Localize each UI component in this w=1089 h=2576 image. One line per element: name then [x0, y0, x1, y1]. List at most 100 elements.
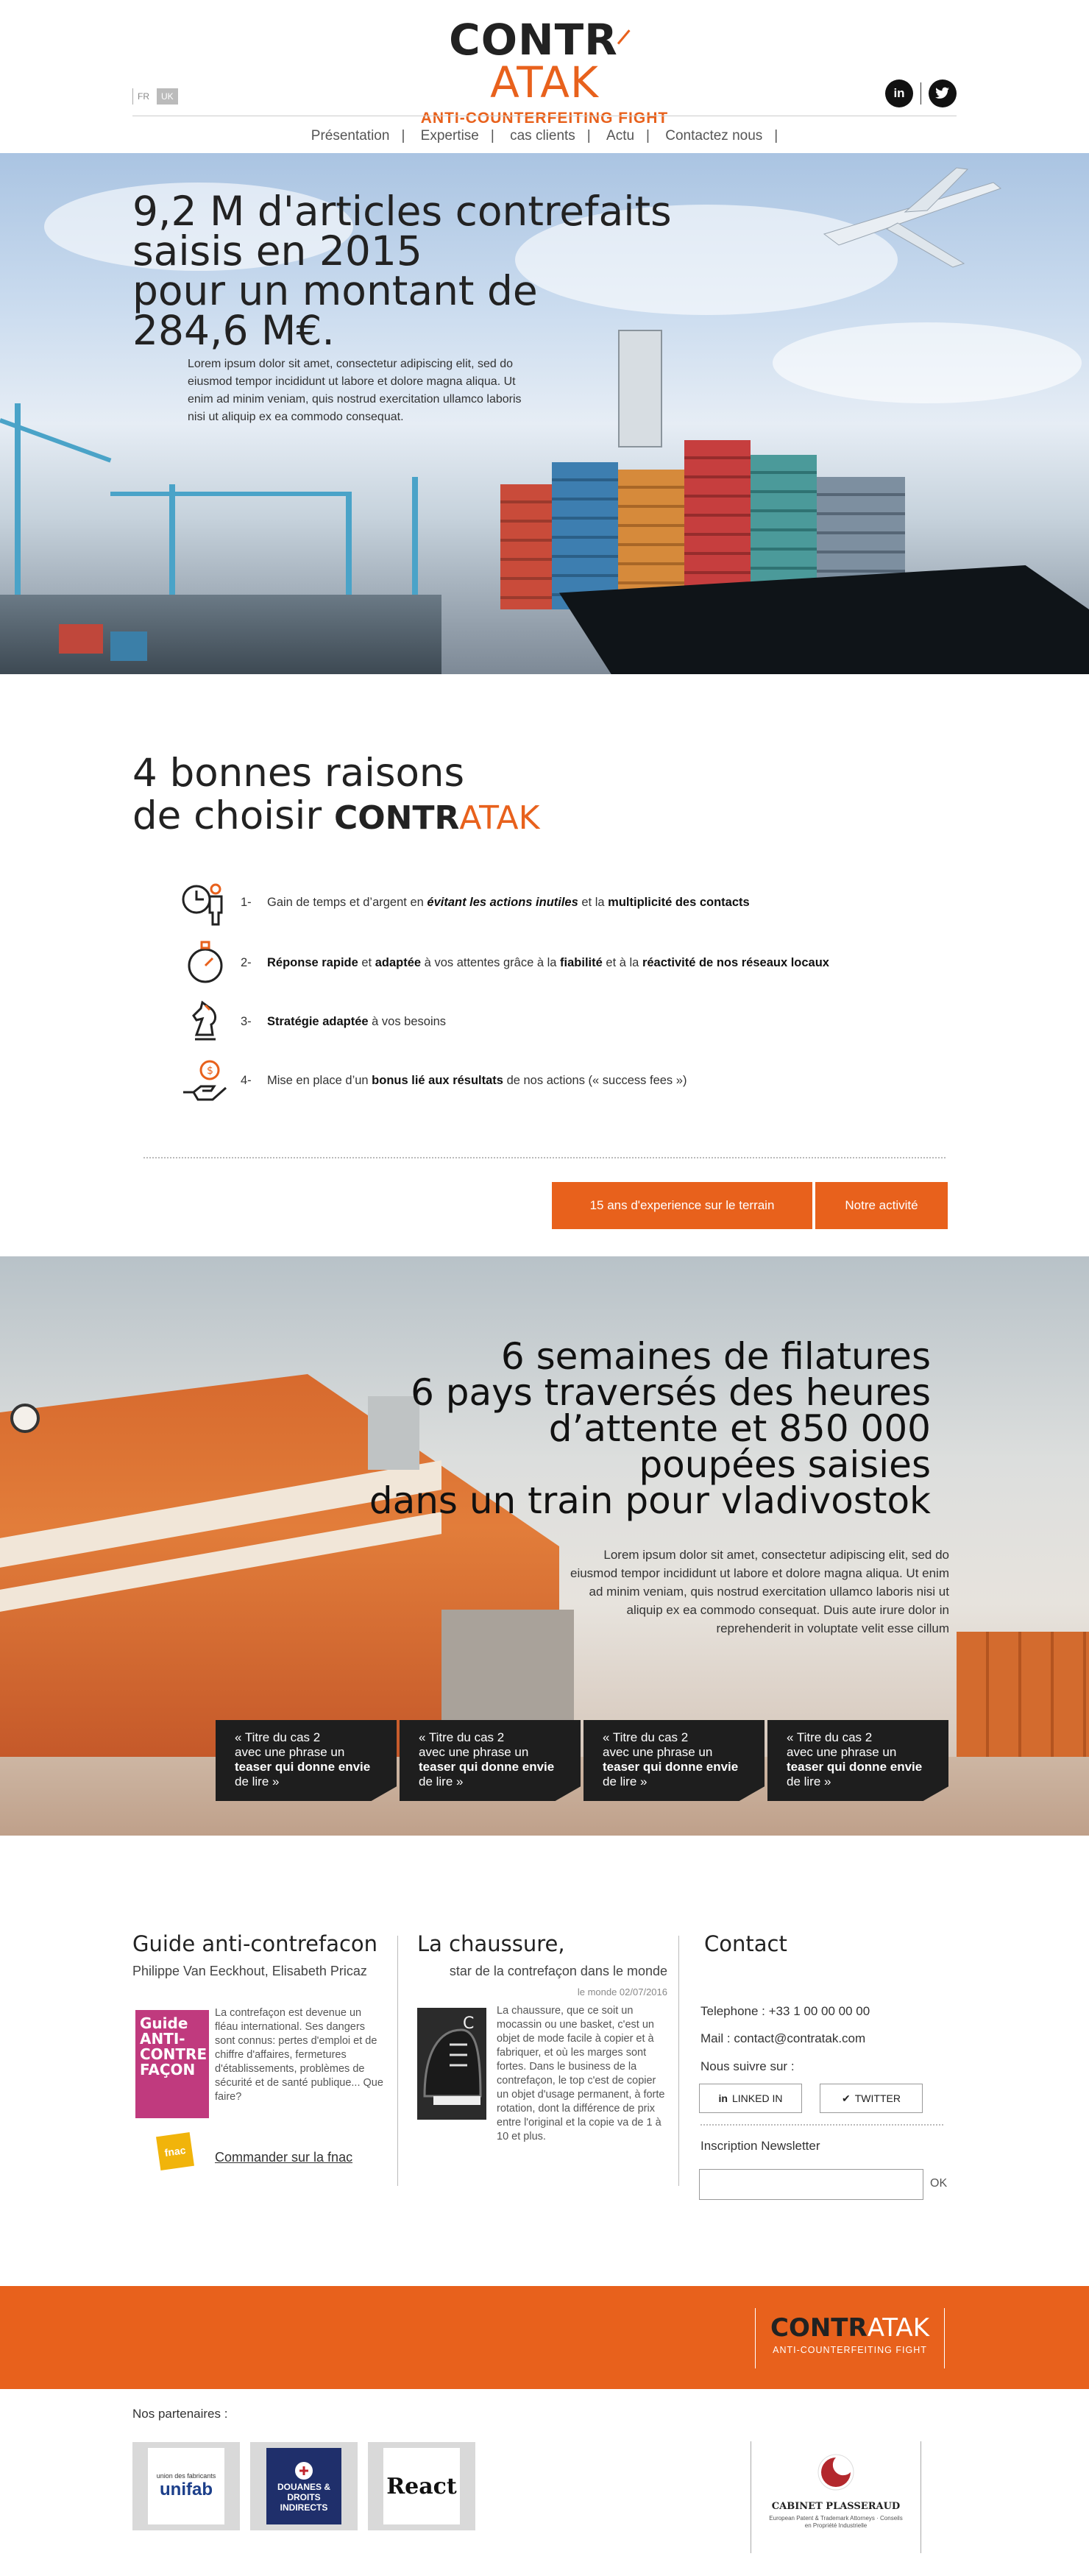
train-text: Lorem ipsum dolor sit amet, consectetur … [570, 1548, 949, 1635]
header-logo[interactable]: CONTRATAK ANTI-COUNTERFEITING FIGHT [397, 13, 692, 127]
container-shape [110, 631, 147, 661]
reason-text: Réponse rapide et adaptée à vos attentes… [267, 956, 829, 970]
train-title-line: 6 pays traversés des heures [411, 1371, 931, 1414]
case-card[interactable]: « Titre du cas 2 avec une phrase un teas… [583, 1720, 765, 1801]
contact-dotted-divider [700, 2124, 943, 2126]
shoe-text: La chaussure, que ce soit un mocassin ou… [497, 2005, 665, 2142]
case-card[interactable]: « Titre du cas 2 avec une phrase un teas… [216, 1720, 397, 1801]
newsletter-ok-button[interactable]: OK [930, 2177, 947, 2190]
train-banner: 6 semaines de filatures 6 pays traversés… [0, 1256, 1089, 1836]
twitter-button[interactable]: ✔ TWITTER [820, 2084, 923, 2113]
twitter-icon: ✔ [842, 2092, 851, 2104]
case-card[interactable]: « Titre du cas 2 avec une phrase un teas… [767, 1720, 948, 1801]
partner-douanes[interactable]: DOUANES & DROITS INDIRECTS [250, 2442, 358, 2530]
reason-part: à vos besoins [368, 1014, 447, 1028]
react-logo: React [383, 2448, 460, 2524]
reason-bold: réactivité de nos réseaux locaux [642, 955, 829, 969]
linkedin-label: LINKED IN [731, 2092, 783, 2104]
guide-text: La contrefaçon est devenue un fléau inte… [215, 2007, 383, 2103]
reason-text: Mise en place d’un bonus lié aux résulta… [267, 1074, 687, 1088]
logo-slash-mark [618, 13, 640, 59]
twitter-label: TWITTER [854, 2092, 901, 2104]
guide-authors: Philippe Van Eeckhout, Elisabeth Pricaz [132, 1964, 367, 1978]
reason-item: 3- Stratégie adaptée à vos besoins [180, 996, 990, 1047]
contact-mail[interactable]: Mail : contact@contratak.com [700, 2031, 865, 2046]
nav-actu[interactable]: Actu [606, 128, 634, 144]
case-bold: teaser qui donne envie [419, 1760, 555, 1774]
hero-title-line: pour un montant de [132, 267, 538, 314]
plasseraud-name: CABINET PLASSERAUD [771, 2501, 901, 2512]
shoe-title: La chaussure, [417, 1931, 565, 1956]
footer-logo-wordmark: CONTRATAK [756, 2315, 944, 2340]
linkedin-button[interactable]: in LINKED IN [699, 2084, 802, 2113]
reason-part: et à la [602, 955, 642, 969]
reason-bold: fiabilité [560, 955, 603, 969]
case-bold: teaser qui donne envie [603, 1760, 739, 1774]
reason-bold: bonus lié aux résultats [372, 1073, 503, 1087]
case-line: avec une phrase un [419, 1745, 529, 1759]
lang-uk[interactable]: UK [157, 88, 178, 105]
nav-expertise[interactable]: Expertise [421, 128, 479, 144]
partner-react[interactable]: React [368, 2442, 475, 2530]
fnac-order-link[interactable]: Commander sur la fnac [215, 2150, 352, 2165]
douanes-name: DOUANES & DROITS INDIRECTS [277, 2482, 330, 2513]
train-title-line: poupées saisies [639, 1443, 931, 1486]
logo-tagline: ANTI-COUNTERFEITING FIGHT [420, 110, 669, 127]
plasseraud-emblem-icon [817, 2454, 854, 2491]
case-line: de lire » [419, 1774, 464, 1788]
reason-part: et la [578, 895, 609, 909]
page: CONTRATAK ANTI-COUNTERFEITING FIGHT FR U… [0, 0, 1089, 2576]
reasons-logo-contr: CONTR [333, 799, 460, 837]
hero-banner: 9,2 M d'articles contrefaits saisis en 2… [0, 153, 1089, 674]
hero-title-line: 9,2 M d'articles contrefaits [132, 188, 672, 235]
footer-logo-contr: CONTR [770, 2313, 868, 2343]
dotted-divider [143, 1157, 946, 1158]
case-bold: teaser qui donne envie [235, 1760, 371, 1774]
follow-label: Nous suivre sur : [700, 2059, 795, 2073]
case-line: « Titre du cas 2 [603, 1730, 689, 1744]
plasseraud-sub: European Patent & Trademark Attorneys · … [769, 2515, 903, 2529]
shoe-source: le monde 02/07/2016 [577, 1986, 667, 1998]
nav-sep: | [646, 128, 650, 144]
train-title-line: dans un train pour vladivostok [369, 1479, 931, 1522]
nav-sep: | [586, 128, 591, 144]
train-title-line: 6 semaines de filatures [500, 1335, 931, 1378]
shoe-image[interactable]: C [417, 2008, 486, 2120]
case-card[interactable]: « Titre du cas 2 avec une phrase un teas… [400, 1720, 581, 1801]
train-title-line: d’attente et 850 000 [548, 1407, 931, 1450]
nav-cas-clients[interactable]: cas clients [510, 128, 575, 144]
case-line: avec une phrase un [787, 1745, 897, 1759]
activite-button[interactable]: Notre activité [815, 1182, 948, 1229]
twitter-icon[interactable] [929, 79, 957, 107]
crane-shape [110, 492, 346, 496]
container-shape [59, 624, 103, 654]
book-cover[interactable]: Guide ANTI-CONTRE FAÇON [135, 2010, 209, 2118]
nav-sep: | [490, 128, 494, 144]
partner-unifab[interactable]: union des fabricants unifab [132, 2442, 240, 2530]
reason-text: Stratégie adaptée à vos besoins [267, 1015, 446, 1029]
lang-fr[interactable]: FR [132, 88, 154, 105]
svg-text:C: C [463, 2014, 474, 2033]
footer-logo[interactable]: CONTRATAK ANTI-COUNTERFEITING FIGHT [755, 2308, 945, 2368]
nav-contact[interactable]: Contactez nous [665, 128, 762, 144]
case-line: « Titre du cas 2 [419, 1730, 505, 1744]
experience-button[interactable]: 15 ans d'experience sur le terrain [552, 1182, 812, 1229]
case-line: de lire » [787, 1774, 831, 1788]
reason-bold: évitant les actions inutiles [427, 895, 578, 909]
timer-person-icon [180, 877, 230, 927]
nav-presentation[interactable]: Présentation [311, 128, 390, 144]
shoe-subtitle: star de la contrefaçon dans le monde [449, 1964, 667, 1978]
fnac-logo: fnac [156, 2132, 194, 2170]
newsletter-input[interactable] [699, 2169, 923, 2200]
locomotive-light [10, 1404, 40, 1433]
reason-item: 1- Gain de temps et d’argent en évitant … [180, 877, 990, 928]
footer-logo-atak: ATAK [867, 2313, 929, 2343]
header-social: in [885, 79, 957, 107]
case-line: « Titre du cas 2 [235, 1730, 321, 1744]
reasons-title: 4 bonnes raisons de choisir CONTRATAK [132, 752, 540, 840]
unifab-small: union des fabricants [156, 2472, 216, 2480]
linkedin-icon[interactable]: in [885, 79, 913, 107]
hero-title-line: saisis en 2015 [132, 227, 422, 275]
reason-part: et [358, 955, 375, 969]
partner-plasseraud[interactable]: CABINET PLASSERAUD European Patent & Tra… [751, 2441, 921, 2553]
